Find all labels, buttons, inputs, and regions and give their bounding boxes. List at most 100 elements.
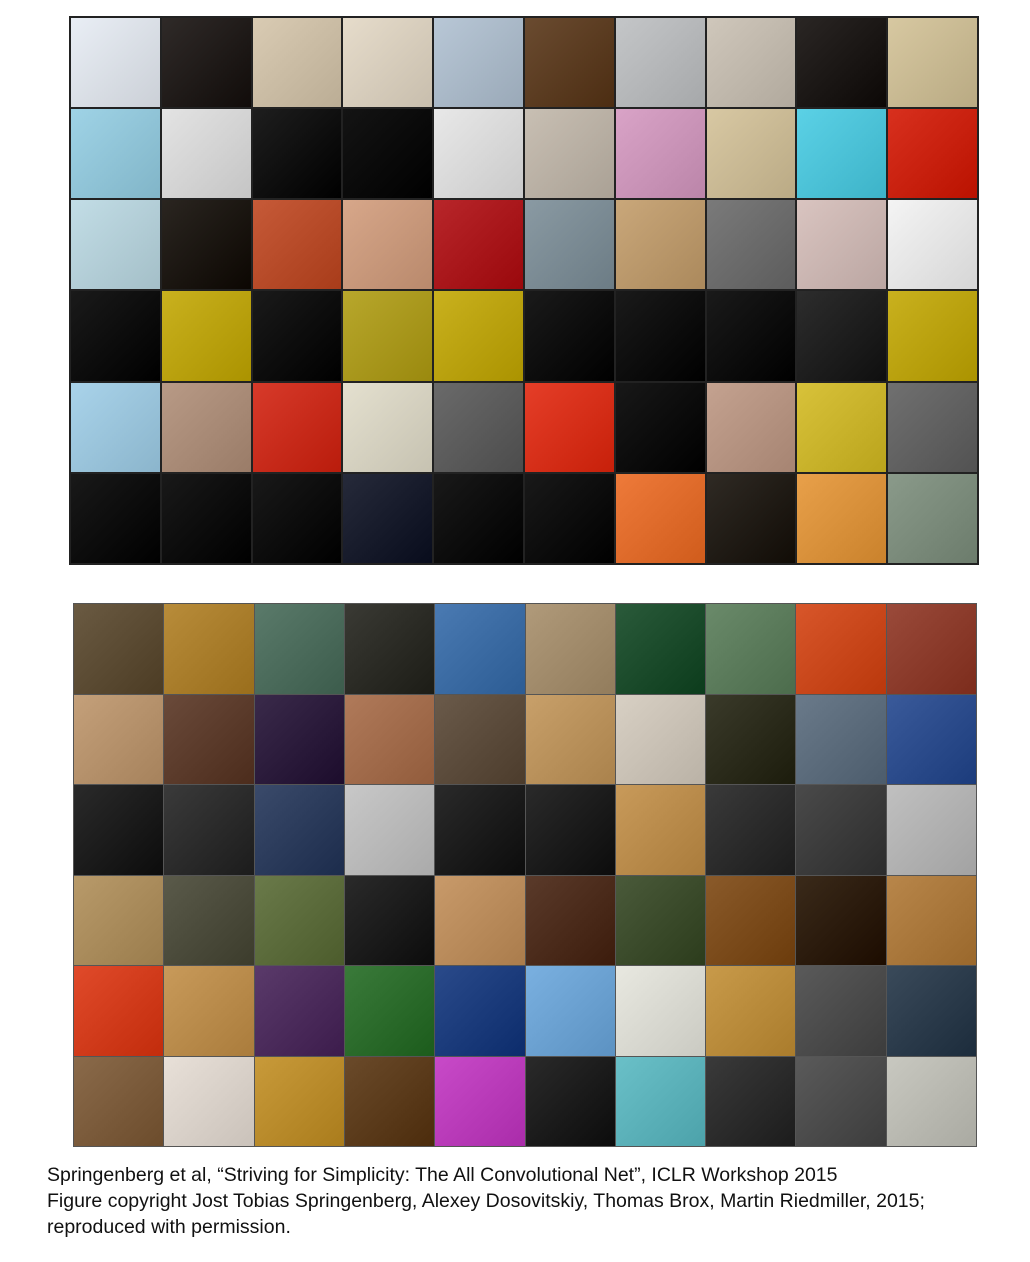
bottom-grid-tile [254, 604, 344, 694]
top-grid-tile [434, 382, 523, 472]
top-grid-tile [252, 473, 342, 563]
top-grid-tile [525, 473, 614, 563]
bottom-grid-tile [706, 1056, 796, 1146]
bottom-grid-tile [886, 785, 976, 875]
top-grid-tile [615, 382, 705, 472]
bottom-grid-tile [706, 785, 796, 875]
bottom-grid-tile [525, 875, 615, 965]
top-grid-tile [706, 291, 796, 381]
top-grid-tile [615, 291, 705, 381]
bottom-grid-tile [164, 604, 254, 694]
bottom-grid-tile [435, 875, 525, 965]
bottom-grid-tile [254, 694, 344, 784]
top-grid-tile [615, 473, 705, 563]
top-grid-tile [161, 200, 251, 290]
top-grid-tile [706, 109, 796, 199]
bottom-grid-tile [615, 694, 706, 784]
top-grid-tile [797, 473, 887, 563]
top-grid-tile [888, 291, 977, 381]
top-grid-tile [706, 18, 796, 108]
bottom-grid-tile [525, 1056, 615, 1146]
bottom-grid-tile [74, 875, 164, 965]
caption-copyright: Figure copyright Jost Tobias Springenber… [47, 1190, 925, 1212]
top-grid-tile [434, 18, 523, 108]
top-grid-tile [434, 291, 523, 381]
figure-caption: Springenberg et al, “Striving for Simpli… [47, 1162, 1017, 1240]
bottom-grid-tile [706, 966, 796, 1056]
top-grid-tile [343, 18, 433, 108]
bottom-grid-tile [525, 785, 615, 875]
bottom-grid-tile [254, 1056, 344, 1146]
top-feature-patch-grid [69, 16, 979, 565]
top-grid-tile [161, 291, 251, 381]
bottom-grid-tile [525, 966, 615, 1056]
top-grid-tile [797, 200, 887, 290]
top-grid-tile [888, 109, 977, 199]
bottom-grid-tile [796, 785, 886, 875]
top-grid-tile [888, 382, 977, 472]
bottom-grid-tile [886, 966, 976, 1056]
bottom-grid-tile [435, 1056, 525, 1146]
bottom-grid-tile [435, 694, 525, 784]
bottom-grid-tile [74, 1056, 164, 1146]
top-grid-tile [434, 473, 523, 563]
bottom-grid-tile [796, 604, 886, 694]
bottom-grid-tile [796, 875, 886, 965]
caption-permission: reproduced with permission. [47, 1216, 291, 1238]
top-grid-tile [706, 382, 796, 472]
bottom-grid-tile [344, 1056, 435, 1146]
top-grid-tile [615, 18, 705, 108]
bottom-grid-tile [344, 875, 435, 965]
top-grid-tile [71, 382, 160, 472]
bottom-grid-tile [886, 694, 976, 784]
top-grid-tile [888, 200, 977, 290]
bottom-grid-tile [886, 1056, 976, 1146]
bottom-grid-tile [254, 966, 344, 1056]
top-grid-tile [161, 109, 251, 199]
top-grid-tile [343, 200, 433, 290]
top-grid-tile [343, 291, 433, 381]
top-grid-tile [252, 382, 342, 472]
top-grid-tile [71, 291, 160, 381]
bottom-grid-tile [74, 785, 164, 875]
top-grid-tile [706, 200, 796, 290]
bottom-grid-tile [796, 694, 886, 784]
top-grid-tile [252, 109, 342, 199]
top-grid-tile [525, 291, 614, 381]
bottom-grid-tile [615, 604, 706, 694]
bottom-grid-tile [706, 694, 796, 784]
bottom-grid-tile [796, 1056, 886, 1146]
bottom-image-patch-grid [73, 603, 977, 1147]
top-grid-tile [615, 109, 705, 199]
top-grid-tile [434, 200, 523, 290]
bottom-grid-tile [74, 604, 164, 694]
top-grid-tile [71, 18, 160, 108]
top-grid-tile [615, 200, 705, 290]
bottom-grid-tile [706, 875, 796, 965]
top-grid-tile [434, 109, 523, 199]
bottom-grid-tile [525, 604, 615, 694]
top-grid-tile [797, 382, 887, 472]
top-grid-tile [525, 382, 614, 472]
bottom-grid-tile [344, 966, 435, 1056]
top-grid-tile [888, 18, 977, 108]
bottom-grid-tile [886, 604, 976, 694]
top-grid-tile [797, 109, 887, 199]
bottom-grid-tile [164, 785, 254, 875]
top-grid-tile [71, 200, 160, 290]
top-grid-tile [525, 200, 614, 290]
top-grid-tile [252, 291, 342, 381]
top-grid-tile [343, 109, 433, 199]
bottom-grid-tile [525, 694, 615, 784]
bottom-grid-tile [615, 966, 706, 1056]
top-grid-tile [525, 109, 614, 199]
top-grid-tile [252, 18, 342, 108]
top-grid-tile [71, 473, 160, 563]
bottom-grid-tile [706, 604, 796, 694]
bottom-grid-tile [74, 694, 164, 784]
top-grid-tile [161, 18, 251, 108]
bottom-grid-tile [615, 1056, 706, 1146]
top-grid-tile [797, 291, 887, 381]
top-grid-tile [343, 473, 433, 563]
top-grid-tile [797, 18, 887, 108]
